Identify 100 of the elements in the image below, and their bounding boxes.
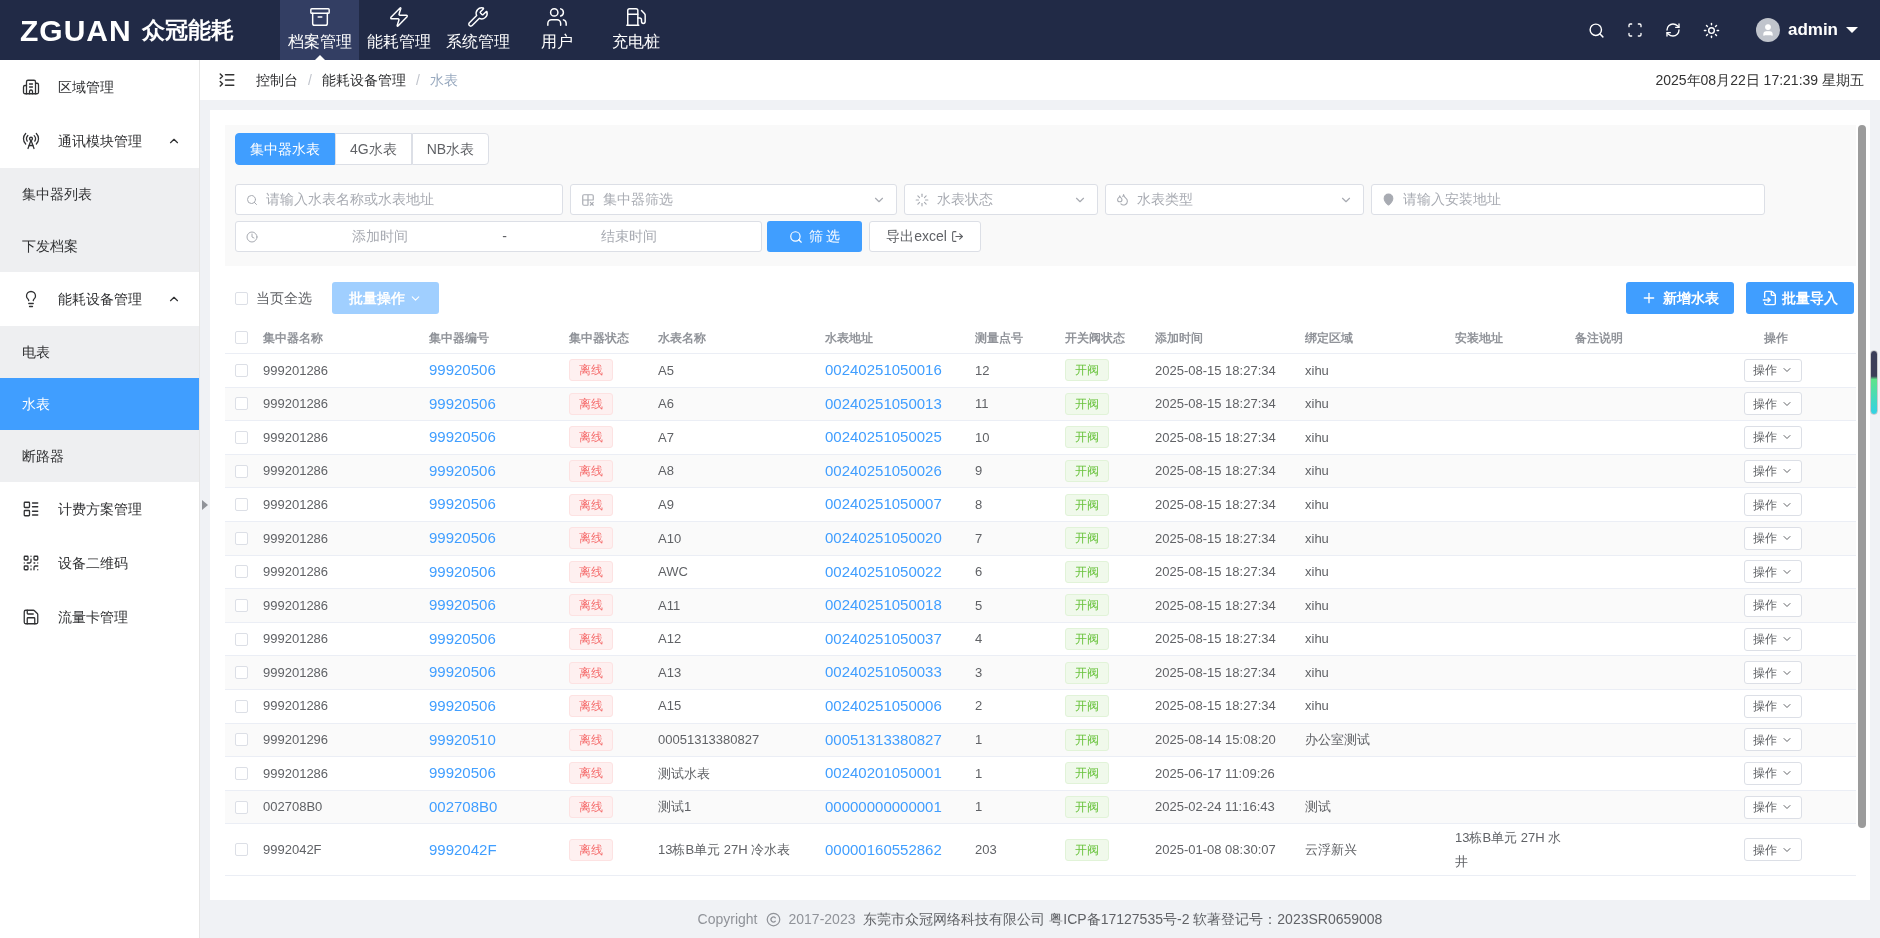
meter-address-link[interactable]: 00240251050037 — [825, 627, 942, 651]
meter-address-link[interactable]: 00240251050006 — [825, 695, 942, 718]
checkbox[interactable] — [235, 843, 248, 857]
checkbox[interactable] — [235, 363, 248, 377]
concentrator-link[interactable]: 99920506 — [429, 493, 496, 516]
concentrator-link[interactable]: 99920506 — [429, 459, 496, 483]
sidebar-subitem[interactable]: 水表 — [0, 378, 199, 430]
checkbox[interactable] — [235, 531, 248, 545]
operation-button[interactable]: 操作 — [1743, 593, 1802, 617]
concentrator-link[interactable]: 99920506 — [429, 695, 496, 718]
meter-address-link[interactable]: 00240201050001 — [825, 762, 942, 785]
operation-button[interactable]: 操作 — [1743, 392, 1802, 416]
meter-address-link[interactable]: 00240251050016 — [825, 359, 942, 382]
checkbox[interactable] — [235, 598, 248, 612]
user-name[interactable]: admin — [1787, 17, 1838, 43]
search-icon[interactable] — [1587, 21, 1605, 39]
checkbox[interactable] — [235, 666, 248, 680]
nav-tab[interactable]: 档案管理 — [280, 0, 359, 60]
sidebar-item[interactable]: 能耗设备管理 — [0, 272, 199, 326]
sidebar-item[interactable]: 计费方案管理 — [0, 482, 199, 536]
sidebar-subitem[interactable]: 下发档案 — [0, 220, 199, 272]
meter-address-link[interactable]: 00240251050013 — [825, 392, 942, 416]
avatar[interactable] — [1755, 18, 1780, 42]
concentrator-link[interactable]: 99920506 — [429, 594, 496, 617]
concentrator-link[interactable]: 99920506 — [429, 527, 496, 550]
nav-tab[interactable]: 充电桩 — [596, 0, 675, 60]
concentrator-link[interactable]: 99920506 — [429, 762, 496, 785]
concentrator-link[interactable]: 99920506 — [429, 661, 496, 684]
fullscreen-icon[interactable] — [1626, 22, 1643, 38]
filter-button[interactable]: 筛 选 — [767, 221, 862, 252]
sidebar-item[interactable]: 通讯模块管理 — [0, 114, 199, 168]
concentrator-link[interactable]: 99920506 — [429, 426, 496, 449]
meter-address-link[interactable]: 00240251050025 — [825, 426, 942, 449]
meter-address-link[interactable]: 00000000000001 — [825, 795, 942, 819]
meter-address-link[interactable]: 00240251050022 — [825, 560, 942, 584]
meter-address-link[interactable]: 00000160552862 — [825, 838, 942, 862]
refresh-icon[interactable] — [1664, 22, 1681, 38]
scrollbar[interactable] — [1858, 125, 1866, 828]
operation-button[interactable]: 操作 — [1743, 761, 1802, 785]
concentrator-link[interactable]: 99920506 — [429, 627, 496, 651]
nav-tab[interactable]: 系统管理 — [438, 0, 517, 60]
date-range-field[interactable]: 添加时间 - 结束时间 — [235, 221, 762, 252]
batch-operation-button[interactable]: 批量操作 — [332, 282, 439, 314]
concentrator-link[interactable]: 99920510 — [429, 728, 496, 752]
breadcrumb-link[interactable]: 能耗设备管理 — [321, 69, 406, 91]
tab[interactable]: NB水表 — [411, 133, 490, 165]
checkbox[interactable] — [235, 565, 248, 579]
operation-button[interactable]: 操作 — [1743, 838, 1802, 862]
tab[interactable]: 4G水表 — [335, 133, 412, 165]
sidebar-subitem[interactable]: 集中器列表 — [0, 168, 199, 220]
tab[interactable]: 集中器水表 — [235, 133, 335, 165]
sidebar-item[interactable]: 流量卡管理 — [0, 590, 199, 644]
sidebar-subitem[interactable]: 断路器 — [0, 430, 199, 482]
checkbox[interactable] — [235, 431, 248, 444]
operation-button[interactable]: 操作 — [1743, 426, 1802, 449]
sidebar-subitem[interactable]: 电表 — [0, 326, 199, 378]
scroll-indicator[interactable] — [1870, 350, 1878, 415]
sidebar-item[interactable]: 区域管理 — [0, 60, 199, 114]
operation-button[interactable]: 操作 — [1743, 560, 1802, 584]
checkbox[interactable] — [235, 397, 248, 411]
theme-icon[interactable] — [1702, 21, 1720, 39]
status-select[interactable]: 水表状态 — [904, 184, 1098, 215]
checkbox[interactable] — [235, 699, 248, 713]
export-button[interactable]: 导出excel — [869, 221, 981, 252]
operation-button[interactable]: 操作 — [1743, 694, 1802, 718]
checkbox[interactable] — [235, 331, 248, 344]
checkbox[interactable] — [235, 766, 248, 780]
add-meter-button[interactable]: 新增水表 — [1626, 282, 1734, 314]
operation-button[interactable]: 操作 — [1743, 459, 1802, 483]
meter-address-link[interactable]: 00240251050007 — [825, 493, 942, 516]
nav-tab[interactable]: 能耗管理 — [359, 0, 438, 60]
search-field[interactable]: 请输入水表名称或水表地址 — [235, 184, 563, 215]
operation-button[interactable]: 操作 — [1743, 358, 1802, 382]
checkbox[interactable] — [235, 632, 248, 646]
operation-button[interactable]: 操作 — [1743, 728, 1802, 752]
concentrator-select[interactable]: 集中器筛选 — [570, 184, 897, 215]
meter-address-link[interactable]: 00240251050026 — [825, 459, 942, 483]
address-field[interactable]: 请输入安装地址 — [1371, 184, 1765, 215]
operation-button[interactable]: 操作 — [1743, 526, 1802, 550]
type-select[interactable]: 水表类型 — [1105, 184, 1364, 215]
checkbox[interactable] — [235, 733, 248, 747]
batch-import-button[interactable]: 批量导入 — [1746, 282, 1854, 314]
breadcrumb-link[interactable]: 控制台 — [256, 69, 298, 91]
collapse-menu-icon[interactable] — [218, 71, 236, 89]
concentrator-link[interactable]: 99920506 — [429, 392, 496, 416]
select-all-label[interactable]: 当页全选 — [256, 287, 312, 309]
concentrator-link[interactable]: 9992042F — [429, 838, 497, 862]
concentrator-link[interactable]: 99920506 — [429, 560, 496, 584]
concentrator-link[interactable]: 99920506 — [429, 359, 496, 382]
operation-button[interactable]: 操作 — [1743, 627, 1802, 651]
operation-button[interactable]: 操作 — [1743, 795, 1802, 819]
concentrator-link[interactable]: 002708B0 — [429, 795, 498, 819]
caret-icon[interactable] — [1846, 27, 1858, 33]
checkbox[interactable] — [235, 800, 248, 814]
meter-address-link[interactable]: 00051313380827 — [825, 728, 942, 752]
checkbox[interactable] — [235, 498, 248, 512]
nav-tab[interactable]: 用户 — [517, 0, 596, 60]
checkbox[interactable] — [235, 464, 248, 478]
sidebar-item[interactable]: 设备二维码 — [0, 536, 199, 590]
operation-button[interactable]: 操作 — [1743, 493, 1802, 517]
